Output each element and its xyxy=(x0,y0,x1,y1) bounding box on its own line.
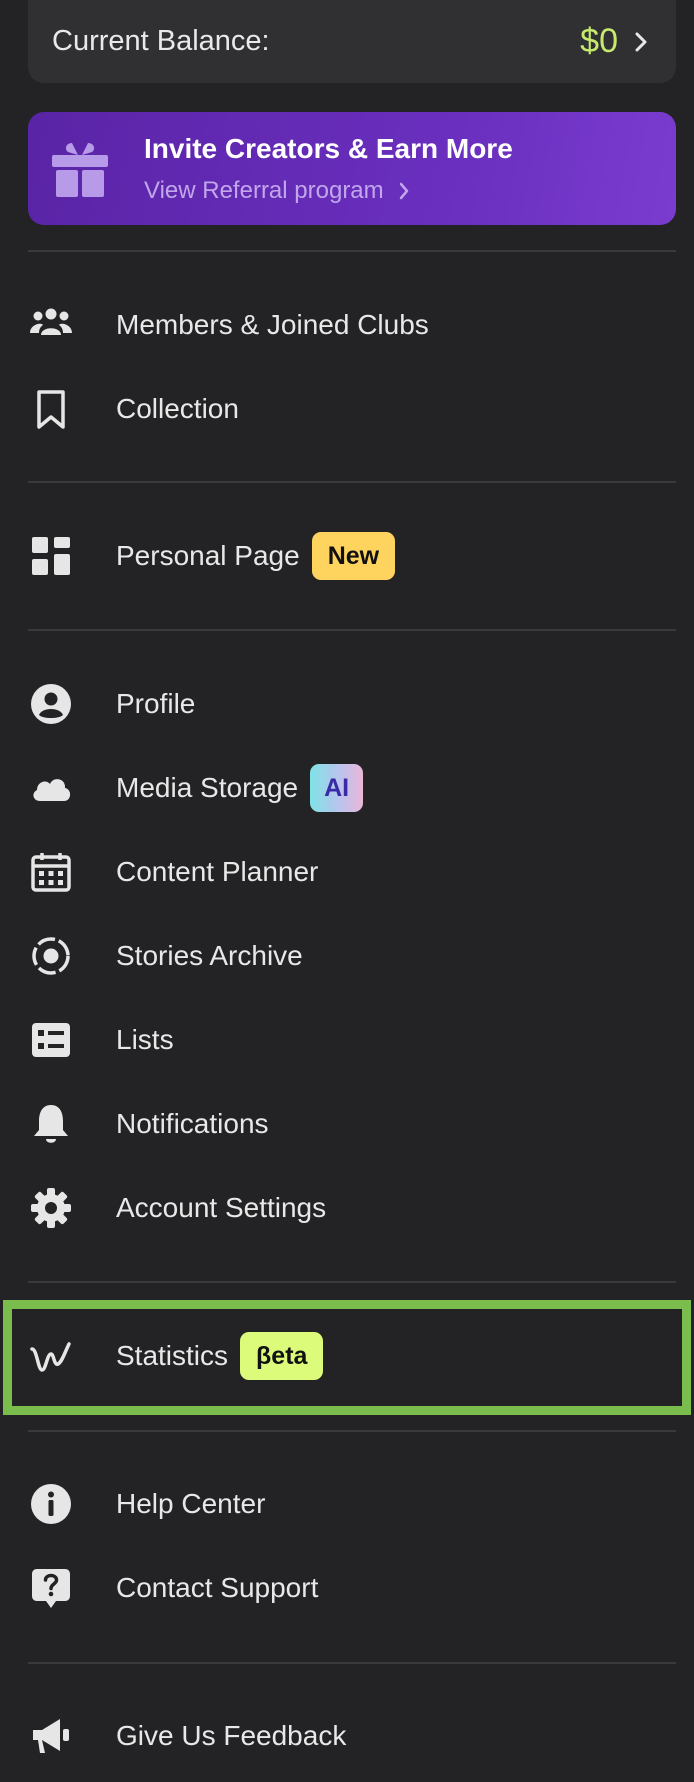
chevron-right-icon xyxy=(399,182,408,199)
menu-item-label: Statistics xyxy=(116,1340,229,1371)
balance-right: $0 xyxy=(580,22,650,61)
menu-item-stories-archive[interactable]: Stories Archive xyxy=(28,916,676,996)
menu-item-label: Media Storage xyxy=(116,772,299,803)
divider xyxy=(28,629,676,631)
calendar-icon xyxy=(28,849,74,895)
current-balance-card[interactable]: Current Balance: $0 xyxy=(28,0,676,83)
referral-banner[interactable]: Invite Creators & Earn More View Referra… xyxy=(28,112,676,225)
info-icon xyxy=(28,1481,74,1527)
menu-item-media-storage[interactable]: Media Storage AI xyxy=(28,748,676,828)
menu-item-label: Give Us Feedback xyxy=(116,1720,347,1751)
referral-subtitle: View Referral program xyxy=(144,176,384,204)
menu-item-label: Members & Joined Clubs xyxy=(116,309,429,340)
divider xyxy=(28,1430,676,1432)
stats-line-icon xyxy=(28,1333,74,1379)
referral-text: Invite Creators & Earn More View Referra… xyxy=(144,133,513,205)
menu-item-notifications[interactable]: Notifications xyxy=(28,1084,676,1164)
divider xyxy=(28,481,676,483)
menu-item-label: Notifications xyxy=(116,1108,269,1139)
gear-icon xyxy=(28,1185,74,1231)
stories-icon xyxy=(28,933,74,979)
bell-icon xyxy=(28,1101,74,1147)
bookmark-icon xyxy=(28,386,74,432)
menu-item-label: Lists xyxy=(116,1024,174,1055)
menu-item-label: Content Planner xyxy=(116,856,319,887)
menu-item-lists[interactable]: Lists xyxy=(28,1000,676,1080)
group-icon xyxy=(28,302,74,348)
menu-item-content-planner[interactable]: Content Planner xyxy=(28,832,676,912)
menu-item-profile[interactable]: Profile xyxy=(28,664,676,744)
referral-title: Invite Creators & Earn More xyxy=(144,132,513,164)
menu-item-label: Stories Archive xyxy=(116,940,303,971)
divider xyxy=(28,1281,676,1283)
cloud-icon xyxy=(28,765,74,811)
menu-item-contact-support[interactable]: Contact Support xyxy=(28,1548,676,1628)
menu-item-account-settings[interactable]: Account Settings xyxy=(28,1168,676,1248)
menu-item-help-center[interactable]: Help Center xyxy=(28,1464,676,1544)
gift-icon xyxy=(52,142,108,197)
menu-item-personal-page[interactable]: Personal Page New xyxy=(28,516,676,596)
divider xyxy=(28,1662,676,1664)
ai-badge: AI xyxy=(310,764,364,812)
divider xyxy=(28,250,676,252)
beta-badge: βeta xyxy=(240,1332,324,1380)
menu-item-statistics[interactable]: Statistics βeta xyxy=(28,1316,676,1396)
grid-icon xyxy=(28,533,74,579)
menu-item-collection[interactable]: Collection xyxy=(28,369,676,449)
user-circle-icon xyxy=(28,681,74,727)
list-icon xyxy=(28,1017,74,1063)
balance-value: $0 xyxy=(580,22,618,60)
new-badge: New xyxy=(311,532,396,580)
menu-item-label: Contact Support xyxy=(116,1572,319,1603)
menu-item-label: Collection xyxy=(116,393,239,424)
menu-item-label: Account Settings xyxy=(116,1192,327,1223)
balance-label: Current Balance: xyxy=(52,25,270,57)
referral-link[interactable]: View Referral program xyxy=(144,177,513,205)
help-bubble-icon xyxy=(28,1565,74,1611)
menu-item-label: Profile xyxy=(116,688,196,719)
menu-item-label: Personal Page xyxy=(116,540,300,571)
menu-item-members[interactable]: Members & Joined Clubs xyxy=(28,285,676,365)
menu-item-label: Help Center xyxy=(116,1488,266,1519)
chevron-right-icon xyxy=(635,32,647,51)
menu-item-feedback[interactable]: Give Us Feedback xyxy=(28,1696,676,1776)
megaphone-icon xyxy=(28,1713,74,1759)
